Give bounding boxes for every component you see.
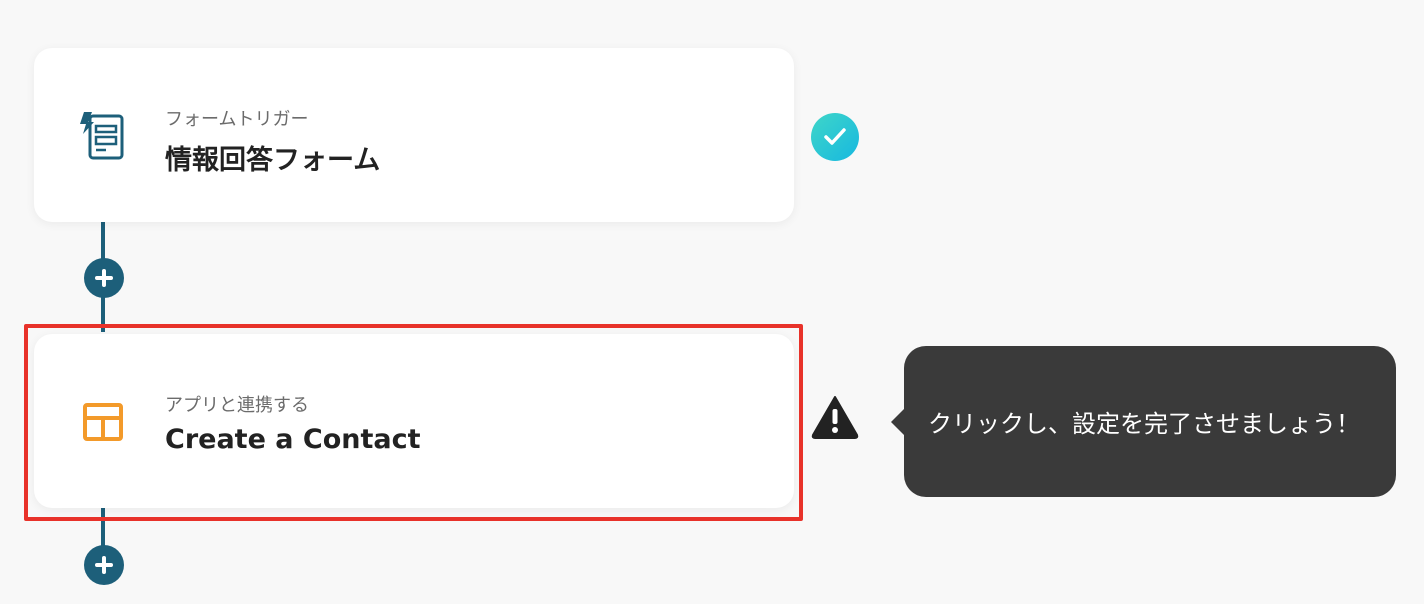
step-title: Create a Contact xyxy=(165,424,421,455)
form-trigger-icon xyxy=(78,110,128,160)
app-layout-icon xyxy=(78,396,128,446)
plus-icon xyxy=(95,269,113,287)
tooltip-text: クリックし、設定を完了させましょう！ xyxy=(928,410,1360,438)
step-subtitle: フォームトリガー xyxy=(165,109,309,130)
plus-icon xyxy=(95,556,113,574)
step-card-app-action[interactable]: アプリと連携する Create a Contact xyxy=(34,334,794,508)
warning-icon xyxy=(810,394,860,440)
check-icon xyxy=(811,113,859,161)
add-step-button[interactable] xyxy=(84,258,124,298)
add-step-button[interactable] xyxy=(84,545,124,585)
step-card-form-trigger[interactable]: フォームトリガー 情報回答フォーム xyxy=(34,48,794,222)
tooltip-arrow xyxy=(891,408,905,436)
step-subtitle: アプリと連携する xyxy=(165,395,309,416)
tooltip: クリックし、設定を完了させましょう！ xyxy=(904,346,1396,497)
step-title: 情報回答フォーム xyxy=(165,145,381,176)
